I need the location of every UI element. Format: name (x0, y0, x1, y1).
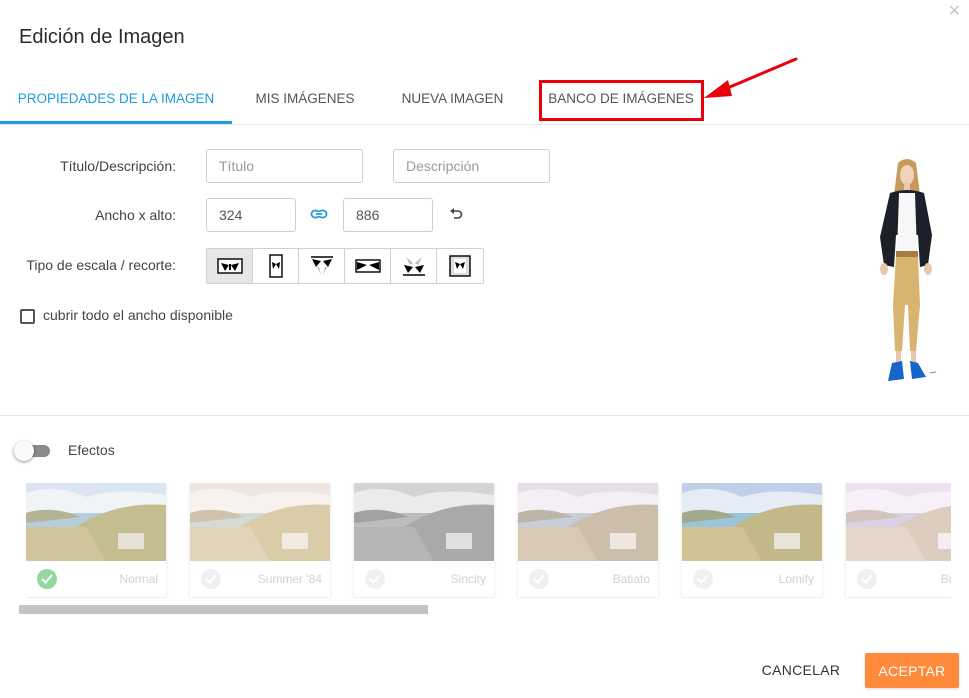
scale-original-icon (449, 255, 471, 277)
tab-image-properties[interactable]: PROPIEDADES DE LA IMAGEN (0, 78, 232, 124)
scale-crop-bottom-button[interactable] (391, 249, 437, 283)
cover-width-label: cubrir todo el ancho disponible (43, 307, 233, 323)
size-label: Ancho x alto: (95, 207, 176, 223)
width-input[interactable] (206, 198, 296, 232)
effects-scrollbar[interactable] (19, 605, 428, 614)
annotation-arrow-icon (704, 57, 798, 98)
section-divider (0, 415, 969, 416)
image-preview (880, 159, 937, 381)
tab-new-image[interactable]: NUEVA IMAGEN (390, 78, 515, 124)
scale-type-selector (206, 248, 484, 284)
scale-type-label: Tipo de escala / recorte: (26, 257, 176, 273)
link-aspect-ratio-icon[interactable] (310, 207, 328, 221)
scale-crop-top-button[interactable] (299, 249, 345, 283)
dialog-title: Edición de Imagen (19, 26, 185, 48)
scale-crop-bottom-icon (402, 257, 425, 276)
effects-list: Normal Summer '84 Sincity Batiato Lomify… (26, 483, 951, 598)
active-tab-indicator (0, 121, 232, 124)
title-description-label: Título/Descripción: (60, 158, 176, 174)
tab-bar: PROPIEDADES DE LA IMAGEN MIS IMÁGENES NU… (0, 78, 969, 125)
close-icon[interactable]: ✕ (948, 4, 961, 20)
scale-fit-icon (216, 258, 243, 274)
scale-fit-height-button[interactable] (253, 249, 299, 283)
cover-width-checkbox[interactable] (20, 309, 35, 324)
accept-button[interactable]: ACEPTAR (865, 653, 959, 688)
height-input[interactable] (343, 198, 433, 232)
scale-crop-top-icon (310, 256, 333, 275)
effects-toggle[interactable] (14, 441, 50, 461)
scale-stretch-button[interactable] (345, 249, 391, 283)
cancel-button[interactable]: CANCELAR (755, 652, 847, 688)
scale-fit-height-icon (268, 254, 283, 278)
effects-disabled-overlay (26, 483, 951, 598)
scale-fit-button[interactable] (207, 249, 253, 283)
highlight-box (539, 80, 704, 121)
description-input[interactable] (393, 149, 550, 183)
reset-size-icon[interactable] (448, 206, 464, 222)
toggle-knob (14, 441, 34, 461)
scale-original-button[interactable] (437, 249, 483, 283)
scale-stretch-icon (354, 259, 381, 273)
tab-my-images[interactable]: MIS IMÁGENES (244, 78, 366, 124)
effects-label: Efectos (68, 442, 115, 458)
title-input[interactable] (206, 149, 363, 183)
